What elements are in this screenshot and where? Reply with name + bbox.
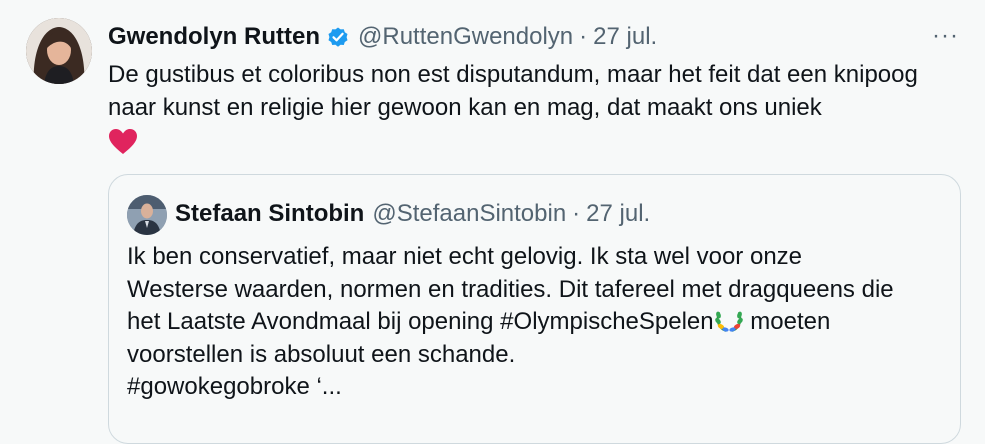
separator-dot: ·	[579, 23, 588, 50]
quote-avatar[interactable]	[127, 195, 167, 235]
quote-author-handle[interactable]: @StefaanSintobin	[372, 200, 566, 228]
quote-text-segment: het Laatste Avondmaal bij opening #Olymp…	[127, 308, 714, 335]
author-handle[interactable]: @RuttenGwendolyn	[358, 23, 573, 51]
avatar[interactable]	[26, 18, 92, 84]
quote-text-line: het Laatste Avondmaal bij opening #Olymp…	[127, 306, 942, 339]
quote-date[interactable]: 27 jul.	[586, 200, 650, 228]
quote-text-segment: moeten	[743, 308, 831, 335]
quote-text-line: Westerse waarden, normen en tradities. D…	[127, 275, 894, 303]
tweet-header: Gwendolyn Rutten @RuttenGwendolyn · 27 j…	[108, 20, 657, 54]
more-options-icon[interactable]: ···	[932, 22, 959, 50]
quote-text: Ik ben conservatief, maar niet echt gelo…	[127, 241, 942, 404]
tweet-text-content: De gustibus et coloribus non est disputa…	[108, 61, 918, 121]
tweet-date[interactable]: 27 jul.	[593, 23, 657, 51]
quote-text-line: #gowokegobroke ‘...	[127, 373, 342, 400]
quoted-tweet[interactable]: Stefaan Sintobin @StefaanSintobin · 27 j…	[108, 174, 961, 444]
tweet[interactable]: Gwendolyn Rutten @RuttenGwendolyn · 27 j…	[0, 0, 985, 444]
quote-header: Stefaan Sintobin @StefaanSintobin · 27 j…	[175, 197, 650, 231]
verified-badge-icon	[326, 25, 350, 49]
quote-separator-dot: ·	[572, 200, 581, 227]
heart-emoji-icon	[108, 128, 138, 156]
quote-author-name[interactable]: Stefaan Sintobin	[175, 200, 364, 228]
author-name[interactable]: Gwendolyn Rutten	[108, 23, 320, 51]
quote-text-line: Ik ben conservatief, maar niet echt gelo…	[127, 243, 803, 270]
quote-text-line: voorstellen is absoluut een schande.	[127, 340, 516, 368]
tweet-text: De gustibus et coloribus non est disputa…	[108, 58, 953, 156]
olympic-wreath-icon	[714, 306, 744, 334]
